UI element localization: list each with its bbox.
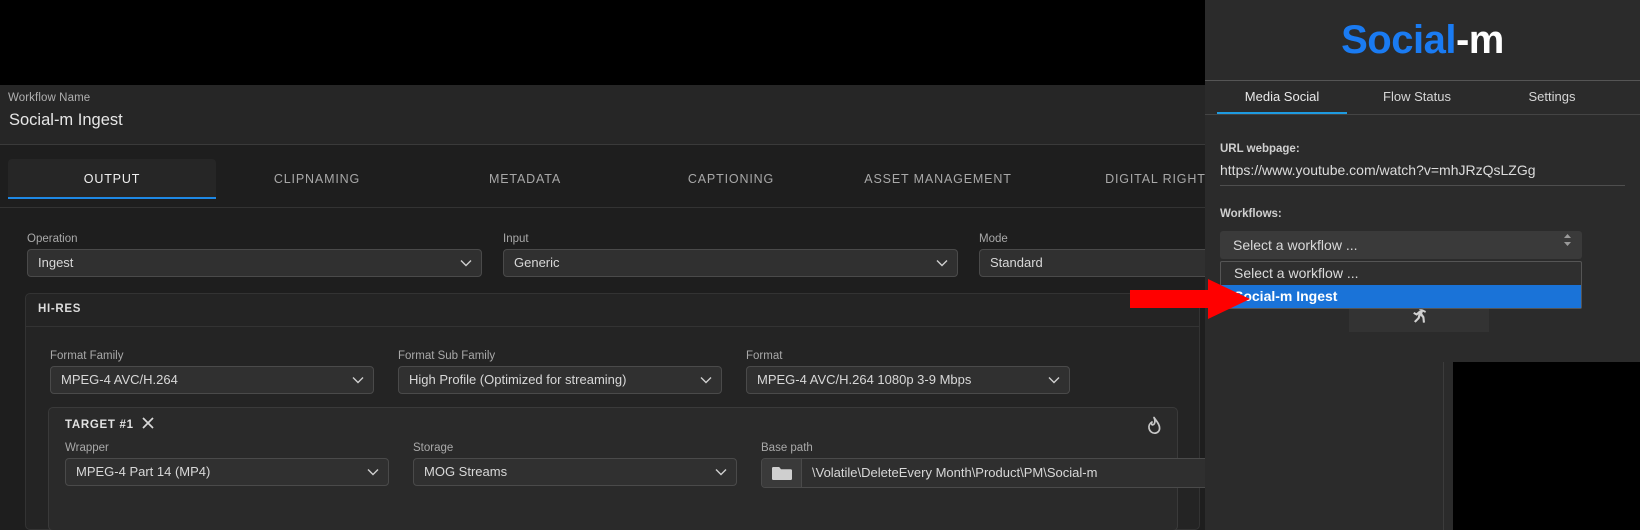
url-webpage-input[interactable]: https://www.youtube.com/watch?v=mhJRzQsL… (1220, 162, 1625, 186)
input-value: Generic (514, 255, 560, 270)
brand-part-one: Social (1341, 18, 1456, 62)
format-family-label: Format Family (50, 350, 124, 362)
format-sub-family-select[interactable]: High Profile (Optimized for streaming) (398, 366, 722, 394)
workflows-label: Workflows: (1220, 208, 1282, 220)
storage-select[interactable]: MOG Streams (413, 458, 737, 486)
url-webpage-label: URL webpage: (1220, 143, 1300, 155)
screen-root: Workflow Name Social-m Ingest OUTPUT CLI… (0, 0, 1640, 530)
mode-select[interactable]: Standard (979, 249, 1224, 277)
workflow-name-input[interactable]: Social-m Ingest (9, 111, 123, 130)
chevron-down-icon (460, 250, 472, 276)
workflow-select-value: Select a workflow ... (1233, 237, 1358, 253)
format-sub-family-label: Format Sub Family (398, 350, 496, 362)
format-label: Format (746, 350, 783, 362)
workflow-editor-panel: Workflow Name Social-m Ingest OUTPUT CLI… (0, 0, 1421, 530)
dropdown-option-social-m-ingest[interactable]: Social-m Ingest (1221, 285, 1581, 308)
close-x-icon[interactable] (139, 414, 157, 432)
wrapper-select[interactable]: MPEG-4 Part 14 (MP4) (65, 458, 389, 486)
format-sub-family-value: High Profile (Optimized for streaming) (409, 372, 627, 387)
format-value: MPEG-4 AVC/H.264 1080p 3-9 Mbps (757, 372, 972, 387)
workflow-name-label: Workflow Name (8, 92, 91, 104)
panel-vertical-divider (1443, 362, 1444, 530)
chevron-down-icon (352, 367, 364, 393)
tab-clipnaming[interactable]: CLIPNAMING (232, 159, 402, 199)
chevron-down-icon (1048, 367, 1060, 393)
brand-part-two: -m (1455, 18, 1504, 62)
storage-label: Storage (413, 442, 454, 454)
operation-label: Operation (27, 233, 78, 245)
chevron-down-icon (700, 367, 712, 393)
input-label: Input (503, 233, 529, 245)
hires-section: HI-RES Format Family MPEG-4 AVC/H.264 Fo… (25, 293, 1421, 530)
red-arrow-pointer (1130, 279, 1250, 319)
workflow-name-block: Workflow Name Social-m Ingest (0, 85, 1205, 145)
flame-icon[interactable] (1145, 416, 1163, 436)
chevron-down-icon (367, 459, 379, 485)
wrapper-value: MPEG-4 Part 14 (MP4) (76, 464, 211, 479)
mode-value: Standard (990, 255, 1043, 270)
app-topbar (0, 0, 1205, 85)
updown-arrows-icon (1563, 231, 1572, 259)
preview-placeholder (1453, 362, 1640, 530)
base-path-value: \Volatile\DeleteEvery Month\Product\PM\S… (812, 465, 1098, 480)
tab-metadata[interactable]: METADATA (440, 159, 610, 199)
operation-value: Ingest (38, 255, 74, 270)
tab-asset-management[interactable]: ASSET MANAGEMENT (838, 159, 1038, 199)
editor-tabs: OUTPUT CLIPNAMING METADATA CAPTIONING AS… (0, 145, 1214, 207)
tab-media-social[interactable]: Media Social (1217, 81, 1347, 115)
dropdown-option-placeholder[interactable]: Select a workflow ... (1221, 262, 1581, 285)
workflow-dropdown-list[interactable]: Select a workflow ... Social-m Ingest (1220, 261, 1582, 309)
format-select[interactable]: MPEG-4 AVC/H.264 1080p 3-9 Mbps (746, 366, 1070, 394)
tabs-divider (0, 207, 1205, 208)
target-section: TARGET #1 Wrapper MPEG-4 Part 14 (MP4) S… (48, 407, 1421, 530)
format-family-value: MPEG-4 AVC/H.264 (61, 372, 178, 387)
tab-flow-status[interactable]: Flow Status (1357, 81, 1477, 115)
tab-settings[interactable]: Settings (1487, 81, 1617, 115)
operation-select[interactable]: Ingest (27, 249, 482, 277)
chevron-down-icon (936, 250, 948, 276)
hires-title: HI-RES (38, 303, 82, 315)
panel-tabs: Media Social Flow Status Settings (1205, 81, 1640, 115)
tab-output[interactable]: OUTPUT (8, 159, 216, 199)
target-title: TARGET #1 (65, 419, 134, 431)
folder-icon[interactable] (762, 459, 802, 487)
tab-captioning[interactable]: CAPTIONING (646, 159, 816, 199)
chevron-down-icon (715, 459, 727, 485)
mode-label: Mode (979, 233, 1008, 245)
format-family-select[interactable]: MPEG-4 AVC/H.264 (50, 366, 374, 394)
input-select[interactable]: Generic (503, 249, 958, 277)
social-m-panel: Social-m Media Social Flow Status Settin… (1205, 0, 1640, 530)
wrapper-label: Wrapper (65, 442, 109, 454)
workflow-select[interactable]: Select a workflow ... (1220, 231, 1582, 259)
brand-logo: Social-m (1205, 0, 1640, 80)
hires-header: HI-RES (26, 294, 1199, 327)
storage-value: MOG Streams (424, 464, 508, 479)
base-path-label: Base path (761, 442, 813, 454)
panel-tabs-divider (1205, 114, 1640, 115)
